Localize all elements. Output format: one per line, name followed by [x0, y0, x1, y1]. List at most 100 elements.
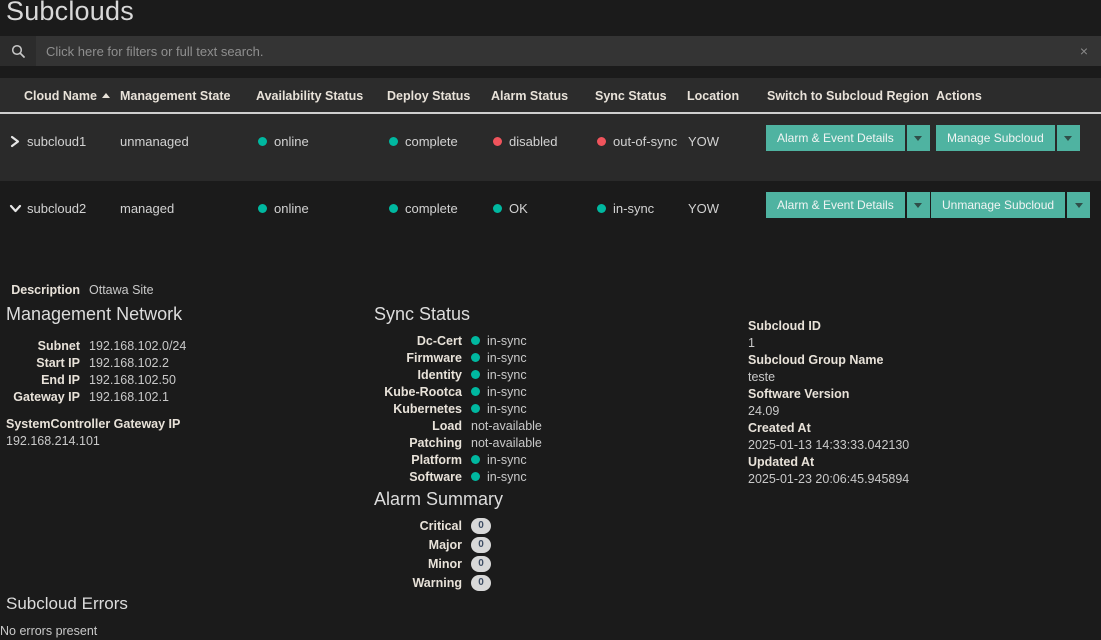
- cell-deploy-status: complete: [389, 201, 458, 216]
- updated-at-value: 2025-01-23 20:06:45.945894: [748, 471, 909, 488]
- sync-status-title: Sync Status: [374, 304, 470, 325]
- sync-status-item: Identityin-sync: [372, 366, 542, 383]
- alarm-event-details-button-group[interactable]: Alarm & Event Details: [766, 192, 930, 218]
- alarm-event-details-button[interactable]: Alarm & Event Details: [766, 192, 905, 218]
- sync-status-item: Kubernetesin-sync: [372, 400, 542, 417]
- management-network-item: End IP192.168.102.50: [0, 372, 186, 389]
- cell-cloud-name: subcloud2: [27, 201, 86, 216]
- alarm-event-details-dropdown-toggle[interactable]: [907, 192, 930, 218]
- column-header-management-state[interactable]: Management State: [120, 89, 230, 103]
- alarm-event-details-dropdown-toggle[interactable]: [907, 125, 930, 151]
- cell-management-state: managed: [120, 201, 174, 216]
- software-version-label: Software Version: [748, 386, 909, 403]
- description-label: Description: [0, 283, 80, 297]
- column-header-actions[interactable]: Actions: [936, 89, 982, 103]
- chevron-down-icon: [1075, 203, 1083, 208]
- subcloud-errors-text: No errors present: [0, 624, 97, 638]
- column-header-alarm-status[interactable]: Alarm Status: [491, 89, 568, 103]
- sync-status-list: Dc-Certin-sync Firmwarein-sync Identityi…: [372, 332, 542, 485]
- manage-subcloud-button-group[interactable]: Manage Subcloud: [936, 125, 1080, 151]
- management-network-item: Gateway IP192.168.102.1: [0, 389, 186, 406]
- unmanage-subcloud-button[interactable]: Unmanage Subcloud: [931, 192, 1065, 218]
- management-network-item: Start IP192.168.102.2: [0, 355, 186, 372]
- created-at-value: 2025-01-13 14:33:33.042130: [748, 437, 909, 454]
- column-header-cloud-name[interactable]: Cloud Name: [24, 89, 110, 103]
- subcloud-id-label: Subcloud ID: [748, 318, 909, 335]
- description-row: Description Ottawa Site: [0, 283, 154, 297]
- cell-location: YOW: [688, 201, 719, 216]
- sync-status-item: Softwarein-sync: [372, 468, 542, 485]
- sync-status-item: Dc-Certin-sync: [372, 332, 542, 349]
- status-dot-ok: [258, 204, 267, 213]
- unmanage-subcloud-dropdown-toggle[interactable]: [1067, 192, 1090, 218]
- alarm-summary-item: Warning0: [372, 573, 491, 592]
- sync-status-item: Kube-Rootcain-sync: [372, 383, 542, 400]
- status-dot-ok: [597, 204, 606, 213]
- alarm-summary-item: Major0: [372, 535, 491, 554]
- column-header-switch-to-subcloud-region[interactable]: Switch to Subcloud Region: [767, 89, 929, 103]
- sync-status-item: Patchingnot-available: [372, 434, 542, 451]
- column-header-availability-status[interactable]: Availability Status: [256, 89, 363, 103]
- systemcontroller-gateway-ip-value: 192.168.214.101: [6, 434, 100, 448]
- status-dot-ok: [471, 404, 480, 413]
- status-dot-error: [597, 137, 606, 146]
- description-value: Ottawa Site: [89, 283, 154, 297]
- sort-ascending-icon: [102, 93, 110, 98]
- cell-location: YOW: [688, 134, 719, 149]
- alarm-count-badge: 0: [471, 575, 491, 591]
- collapse-row-chevron-down-icon[interactable]: [6, 199, 24, 217]
- subcloud-metadata: Subcloud ID 1 Subcloud Group Name teste …: [748, 318, 909, 488]
- status-dot-ok: [493, 204, 502, 213]
- status-dot-ok: [258, 137, 267, 146]
- management-network-item: Subnet192.168.102.0/24: [0, 338, 186, 355]
- unmanage-subcloud-button-group[interactable]: Unmanage Subcloud: [931, 192, 1090, 218]
- subcloud-errors-title: Subcloud Errors: [6, 594, 128, 614]
- cell-cloud-name: subcloud1: [27, 134, 86, 149]
- table-row[interactable]: subcloud2 managed online complete OK in-…: [0, 181, 1101, 248]
- cell-availability-status: online: [258, 134, 309, 149]
- alarm-summary-list: Critical0 Major0 Minor0 Warning0: [372, 516, 491, 592]
- created-at-label: Created At: [748, 420, 909, 437]
- table-row[interactable]: subcloud1 unmanaged online complete disa…: [0, 114, 1101, 181]
- subcloud-group-name-value: teste: [748, 369, 909, 386]
- alarm-count-badge: 0: [471, 556, 491, 572]
- alarm-count-badge: 0: [471, 537, 491, 553]
- subclouds-table: Cloud Name Management State Availability…: [0, 78, 1101, 248]
- status-dot-ok: [471, 387, 480, 396]
- search-bar[interactable]: ×: [0, 36, 1101, 66]
- status-dot-error: [493, 137, 502, 146]
- alarm-event-details-button[interactable]: Alarm & Event Details: [766, 125, 905, 151]
- column-header-deploy-status[interactable]: Deploy Status: [387, 89, 470, 103]
- column-header-sync-status[interactable]: Sync Status: [595, 89, 667, 103]
- manage-subcloud-dropdown-toggle[interactable]: [1057, 125, 1080, 151]
- cell-deploy-status: complete: [389, 134, 458, 149]
- sync-status-item: Platformin-sync: [372, 451, 542, 468]
- status-dot-ok: [471, 472, 480, 481]
- status-dot-ok: [471, 353, 480, 362]
- alarm-count-badge: 0: [471, 518, 491, 534]
- chevron-down-icon: [914, 136, 922, 141]
- search-icon: [0, 36, 36, 66]
- cell-management-state: unmanaged: [120, 134, 189, 149]
- management-network-title: Management Network: [6, 304, 182, 325]
- column-header-location[interactable]: Location: [687, 89, 739, 103]
- search-input[interactable]: [36, 36, 1067, 66]
- subcloud-id-value: 1: [748, 335, 909, 352]
- subcloud-group-name-label: Subcloud Group Name: [748, 352, 909, 369]
- alarm-event-details-button-group[interactable]: Alarm & Event Details: [766, 125, 930, 151]
- status-dot-ok: [471, 370, 480, 379]
- expand-row-chevron-right-icon[interactable]: [6, 132, 24, 150]
- cell-sync-status: out-of-sync: [597, 134, 677, 149]
- status-dot-ok: [471, 336, 480, 345]
- updated-at-label: Updated At: [748, 454, 909, 471]
- alarm-summary-item: Critical0: [372, 516, 491, 535]
- cell-alarm-status: disabled: [493, 134, 557, 149]
- status-dot-ok: [389, 137, 398, 146]
- status-dot-ok: [389, 204, 398, 213]
- manage-subcloud-button[interactable]: Manage Subcloud: [936, 125, 1055, 151]
- subcloud-detail-panel: Description Ottawa Site Management Networ…: [0, 258, 1101, 640]
- table-header-row: Cloud Name Management State Availability…: [0, 78, 1101, 114]
- cell-sync-status: in-sync: [597, 201, 654, 216]
- clear-search-icon[interactable]: ×: [1067, 36, 1101, 66]
- sync-status-item: Firmwarein-sync: [372, 349, 542, 366]
